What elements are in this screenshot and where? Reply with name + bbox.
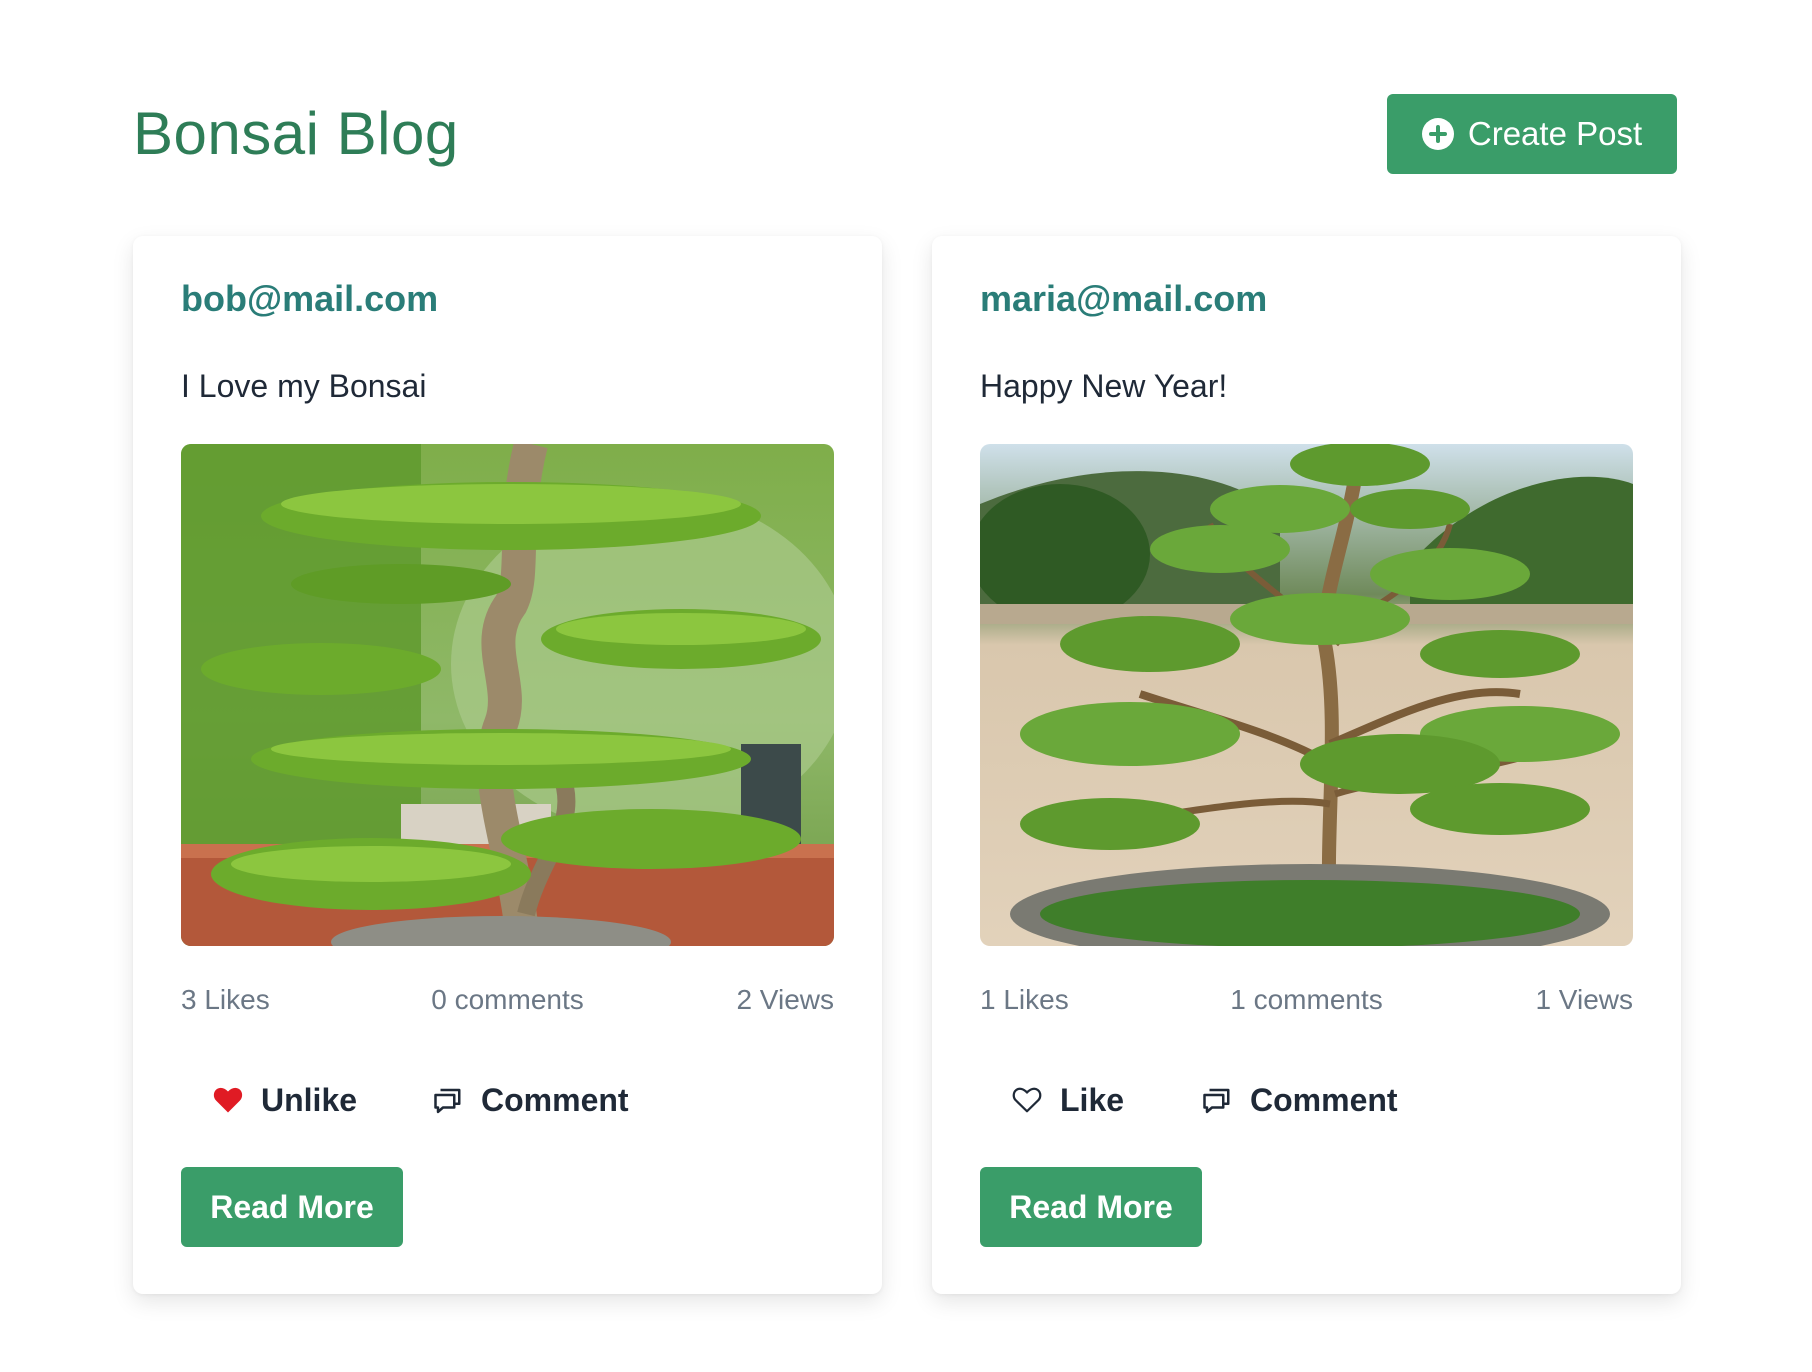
comment-label: Comment (1250, 1081, 1398, 1118)
create-post-button[interactable]: Create Post (1387, 94, 1677, 174)
comment-icon (434, 1088, 461, 1114)
post-author[interactable]: bob@mail.com (181, 278, 438, 320)
read-more-button[interactable]: Read More (181, 1167, 403, 1247)
views-count: 2 Views (736, 984, 834, 1015)
comment-button[interactable]: Comment (433, 1072, 629, 1128)
comment-label: Comment (481, 1081, 629, 1118)
comments-count: 1 comments (1230, 984, 1383, 1015)
page-header: Bonsai Blog Create Post (133, 94, 1677, 174)
bonsai-photo (181, 444, 834, 946)
post-actions: Like Comment (980, 1072, 1633, 1128)
like-label: Like (1060, 1081, 1125, 1118)
like-button[interactable]: Like (1012, 1072, 1124, 1128)
comment-icon (1203, 1088, 1230, 1114)
post-card: maria@mail.com Happy New Year! 1 Likes 1… (932, 236, 1681, 1294)
post-stats: 3 Likes 0 comments 2 Views (181, 984, 834, 1024)
post-title: Happy New Year! (980, 368, 1228, 404)
comment-button[interactable]: Comment (1202, 1072, 1398, 1128)
unlike-label: Unlike (261, 1081, 358, 1118)
page-title: Bonsai Blog (133, 100, 459, 167)
read-more-button[interactable]: Read More (980, 1167, 1202, 1247)
post-card: bob@mail.com I Love my Bonsai 3 Likes 0 … (133, 236, 882, 1294)
plus-circle-icon (1421, 118, 1454, 150)
post-author[interactable]: maria@mail.com (980, 278, 1267, 320)
heart-filled-icon (213, 1087, 243, 1113)
post-title: I Love my Bonsai (181, 368, 427, 404)
likes-count: 3 Likes (181, 984, 270, 1015)
heart-outline-icon (1012, 1087, 1042, 1113)
likes-count: 1 Likes (980, 984, 1069, 1015)
bonsai-photo (980, 444, 1633, 946)
unlike-button[interactable]: Unlike (213, 1072, 357, 1128)
create-post-label: Create Post (1467, 115, 1643, 152)
comments-count: 0 comments (431, 984, 584, 1015)
post-actions: Unlike Comment (181, 1072, 834, 1128)
views-count: 1 Views (1535, 984, 1633, 1015)
post-stats: 1 Likes 1 comments 1 Views (980, 984, 1633, 1024)
